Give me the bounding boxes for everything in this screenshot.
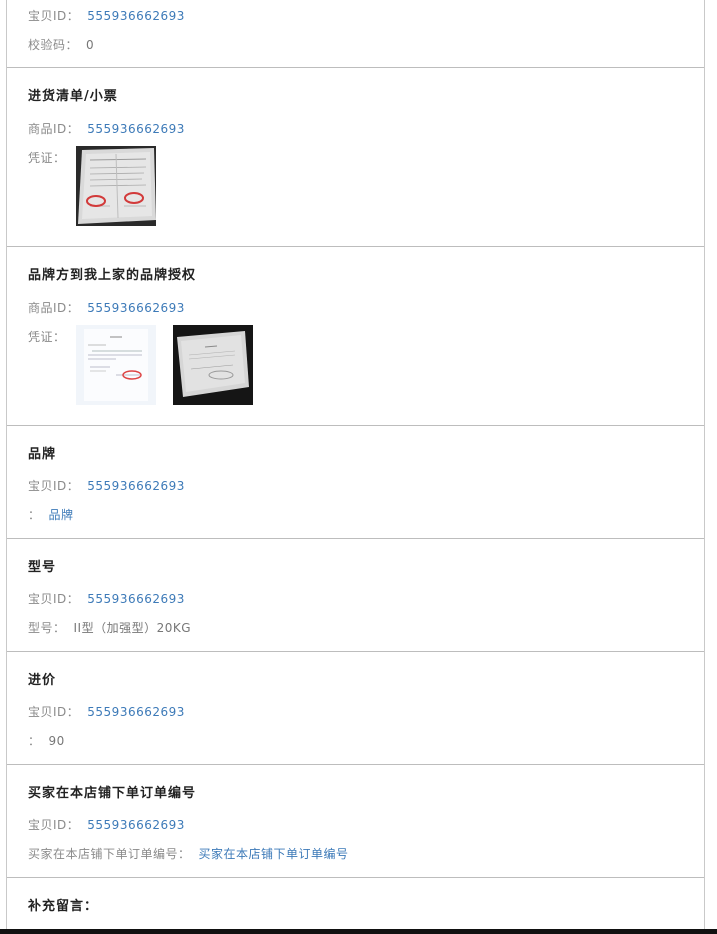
bottom-edge-bar bbox=[0, 929, 717, 934]
receipt-photo-icon bbox=[76, 146, 156, 226]
price-row: ： 90 bbox=[28, 732, 65, 749]
product-id-row: 商品ID： 555936662693 bbox=[28, 299, 185, 316]
order-number-row: 买家在本店铺下单订单编号： 买家在本店铺下单订单编号 bbox=[28, 845, 349, 862]
evidence-panel: 宝贝ID： 555936662693 校验码： 0 进货清单/小票 商品ID： 555… bbox=[6, 0, 705, 934]
section-additional-notes: 补充留言： bbox=[7, 878, 704, 934]
section-order-number: 买家在本店铺下单订单编号 宝贝ID： 555936662693 买家在本店铺下单订… bbox=[7, 765, 704, 878]
item-id-label: 宝贝ID： bbox=[28, 705, 80, 719]
item-id-value[interactable]: 555936662693 bbox=[87, 818, 185, 832]
paper-photo-icon bbox=[173, 325, 253, 405]
product-id-label: 商品ID： bbox=[28, 301, 80, 315]
item-id-value[interactable]: 555936662693 bbox=[87, 592, 185, 606]
item-id-row: 宝贝ID： 555936662693 bbox=[28, 816, 185, 833]
item-id-label: 宝贝ID： bbox=[28, 9, 80, 23]
voucher-row: 凭证： bbox=[28, 328, 66, 345]
item-id-label: 宝贝ID： bbox=[28, 479, 80, 493]
item-id-row: 宝贝ID： 555936662693 bbox=[28, 703, 185, 720]
product-id-value[interactable]: 555936662693 bbox=[87, 122, 185, 136]
price-label: ： bbox=[28, 734, 41, 748]
item-id-value[interactable]: 555936662693 bbox=[87, 9, 185, 23]
section-brand: 品牌 宝贝ID： 555936662693 ： 品牌 bbox=[7, 426, 704, 539]
section-verification: 宝贝ID： 555936662693 校验码： 0 bbox=[7, 0, 704, 68]
brand-value[interactable]: 品牌 bbox=[49, 508, 74, 522]
authorization-document-thumbnail[interactable] bbox=[76, 325, 156, 405]
section-title: 型号 bbox=[28, 560, 57, 575]
authorization-photo-thumbnail[interactable] bbox=[173, 325, 253, 405]
section-title: 品牌方到我上家的品牌授权 bbox=[28, 268, 197, 283]
section-brand-authorization: 品牌方到我上家的品牌授权 商品ID： 555936662693 凭证： bbox=[7, 247, 704, 426]
voucher-label: 凭证： bbox=[28, 330, 66, 344]
check-code-value: 0 bbox=[86, 38, 95, 52]
item-id-row: 宝贝ID： 555936662693 bbox=[28, 590, 185, 607]
section-purchase-price: 进价 宝贝ID： 555936662693 ： 90 bbox=[7, 652, 704, 765]
section-title: 补充留言： bbox=[28, 899, 99, 914]
item-id-label: 宝贝ID： bbox=[28, 818, 80, 832]
section-title: 进货清单/小票 bbox=[28, 89, 118, 104]
item-id-row: 宝贝ID： 555936662693 bbox=[28, 477, 185, 494]
brand-label: ： bbox=[28, 508, 41, 522]
order-number-value[interactable]: 买家在本店铺下单订单编号 bbox=[199, 847, 349, 861]
product-id-row: 商品ID： 555936662693 bbox=[28, 120, 185, 137]
price-value: 90 bbox=[48, 734, 65, 748]
voucher-label: 凭证： bbox=[28, 151, 66, 165]
item-id-label: 宝贝ID： bbox=[28, 592, 80, 606]
check-code-row: 校验码： 0 bbox=[28, 36, 94, 53]
order-number-label: 买家在本店铺下单订单编号： bbox=[28, 847, 191, 861]
item-id-value[interactable]: 555936662693 bbox=[87, 705, 185, 719]
section-title: 品牌 bbox=[28, 447, 57, 462]
voucher-image-thumbnail[interactable] bbox=[76, 146, 156, 226]
item-id-value[interactable]: 555936662693 bbox=[87, 479, 185, 493]
document-scan-icon bbox=[76, 325, 156, 405]
voucher-row: 凭证： bbox=[28, 149, 66, 166]
section-title: 进价 bbox=[28, 673, 57, 688]
section-title: 买家在本店铺下单订单编号 bbox=[28, 786, 197, 801]
model-label: 型号： bbox=[28, 621, 66, 635]
check-code-label: 校验码： bbox=[28, 38, 79, 52]
brand-value-row: ： 品牌 bbox=[28, 506, 74, 523]
product-id-value[interactable]: 555936662693 bbox=[87, 301, 185, 315]
section-model: 型号 宝贝ID： 555936662693 型号： II型（加强型）20KG bbox=[7, 539, 704, 652]
item-id-row: 宝贝ID： 555936662693 bbox=[28, 7, 185, 24]
model-value: II型（加强型）20KG bbox=[73, 621, 192, 635]
section-purchase-invoice: 进货清单/小票 商品ID： 555936662693 凭证： bbox=[7, 68, 704, 247]
product-id-label: 商品ID： bbox=[28, 122, 80, 136]
model-row: 型号： II型（加强型）20KG bbox=[28, 619, 191, 636]
